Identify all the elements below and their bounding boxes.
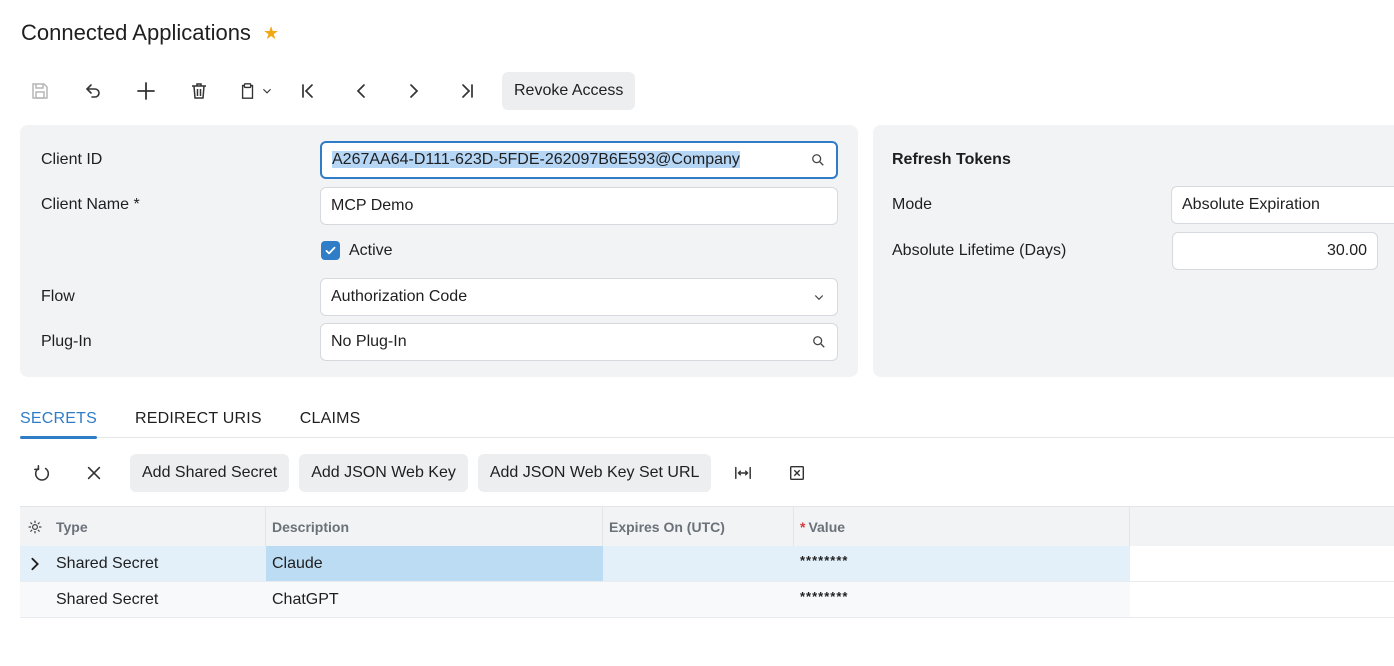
- gear-icon: [28, 520, 42, 533]
- cell-value[interactable]: ********: [794, 582, 1130, 617]
- copy-paste-button[interactable]: [234, 72, 278, 110]
- undo-button[interactable]: [75, 72, 111, 110]
- plugin-value: No Plug-In: [331, 333, 407, 350]
- next-record-button[interactable]: [396, 72, 432, 110]
- column-header-value-label: Value: [808, 518, 846, 535]
- grid-toolbar: Add Shared Secret Add JSON Web Key Add J…: [24, 454, 831, 492]
- refresh-tokens-title: Refresh Tokens: [892, 151, 1011, 168]
- previous-record-button[interactable]: [343, 72, 379, 110]
- chevron-down-icon: [263, 88, 271, 94]
- cell-type[interactable]: Shared Secret: [50, 582, 266, 617]
- clipboard-icon: [241, 83, 254, 99]
- refresh-button[interactable]: [24, 455, 60, 491]
- active-checkbox[interactable]: [321, 241, 340, 260]
- table-row[interactable]: Shared Secret ChatGPT ********: [20, 582, 1394, 618]
- chevron-right-icon: [31, 557, 39, 570]
- chevron-left-icon: [356, 84, 365, 98]
- revoke-access-button[interactable]: Revoke Access: [502, 72, 636, 110]
- active-label: Active: [349, 241, 393, 259]
- column-header-value[interactable]: * Value: [794, 507, 1130, 546]
- last-icon: [462, 84, 473, 98]
- cell-expires[interactable]: [603, 582, 794, 617]
- trash-icon: [192, 83, 206, 99]
- flow-label: Flow: [41, 288, 75, 305]
- client-id-field[interactable]: A267AA64-D111-623D-5FDE-262097B6E593@Com…: [320, 141, 838, 179]
- lifetime-field[interactable]: 30.00: [1172, 232, 1378, 270]
- favorite-star-icon[interactable]: ★: [263, 23, 279, 44]
- flow-select[interactable]: Authorization Code: [320, 278, 838, 316]
- client-name-value: MCP Demo: [331, 197, 414, 214]
- save-icon: [32, 83, 48, 99]
- column-header-description[interactable]: Description: [266, 507, 603, 546]
- cell-description[interactable]: ChatGPT: [266, 582, 603, 617]
- column-header-filler: [1130, 507, 1394, 546]
- client-details-panel: Client ID A267AA64-D111-623D-5FDE-262097…: [20, 125, 858, 377]
- add-json-web-key-button[interactable]: Add JSON Web Key: [299, 454, 468, 492]
- row-expand-button[interactable]: [20, 546, 50, 581]
- mode-label: Mode: [892, 196, 933, 213]
- mode-select[interactable]: Absolute Expiration: [1171, 186, 1394, 224]
- chevron-right-icon: [410, 84, 419, 98]
- table-row[interactable]: Shared Secret Claude ********: [20, 546, 1394, 582]
- delete-row-button[interactable]: [76, 455, 112, 491]
- main-toolbar: Revoke Access: [22, 72, 636, 110]
- cell-filler: [1130, 582, 1394, 617]
- grid-header: Type Description Expires On (UTC) * Value: [20, 506, 1394, 546]
- refresh-icon: [34, 465, 50, 481]
- add-shared-secret-button[interactable]: Add Shared Secret: [130, 454, 290, 492]
- save-button[interactable]: [22, 72, 58, 110]
- plus-icon: [137, 82, 155, 100]
- search-icon[interactable]: [811, 334, 827, 350]
- undo-icon: [85, 84, 100, 98]
- add-json-web-key-set-url-button[interactable]: Add JSON Web Key Set URL: [477, 454, 712, 492]
- excel-icon: [790, 465, 805, 481]
- client-id-value: A267AA64-D111-623D-5FDE-262097B6E593@Com…: [332, 151, 740, 168]
- page-title: Connected Applications: [21, 20, 251, 45]
- search-icon[interactable]: [810, 152, 826, 168]
- cell-description[interactable]: Claude: [266, 546, 603, 581]
- refresh-tokens-panel: Refresh Tokens Mode Absolute Expiration …: [873, 125, 1394, 377]
- cell-filler: [1130, 546, 1394, 581]
- column-header-type[interactable]: Type: [50, 507, 266, 546]
- cell-type[interactable]: Shared Secret: [50, 546, 266, 581]
- lifetime-label: Absolute Lifetime (Days): [892, 242, 1067, 259]
- close-icon: [87, 466, 101, 480]
- column-header-expires[interactable]: Expires On (UTC): [603, 507, 794, 546]
- row-selector[interactable]: [20, 582, 50, 617]
- last-record-button[interactable]: [449, 72, 485, 110]
- fit-width-icon: [735, 466, 752, 480]
- lifetime-value: 30.00: [1326, 242, 1367, 259]
- page-header: Connected Applications ★: [21, 20, 279, 46]
- client-name-label: Client Name *: [41, 196, 140, 213]
- checkmark-icon: [325, 246, 336, 255]
- tab-claims[interactable]: CLAIMS: [300, 400, 361, 438]
- page: Connected Applications ★ Revoke Access C…: [0, 0, 1394, 666]
- column-settings-button[interactable]: [20, 507, 50, 546]
- export-excel-button[interactable]: [779, 455, 815, 491]
- add-button[interactable]: [128, 72, 164, 110]
- plugin-label: Plug-In: [41, 333, 92, 350]
- tab-secrets[interactable]: SECRETS: [20, 400, 97, 439]
- active-checkbox-row[interactable]: Active: [321, 241, 393, 260]
- client-name-field[interactable]: MCP Demo: [320, 187, 838, 225]
- first-icon: [302, 84, 313, 98]
- mode-value: Absolute Expiration: [1182, 196, 1320, 213]
- secrets-grid: Type Description Expires On (UTC) * Value…: [20, 506, 1394, 618]
- tab-redirect-uris[interactable]: REDIRECT URIS: [135, 400, 262, 438]
- first-record-button[interactable]: [290, 72, 326, 110]
- flow-value: Authorization Code: [331, 288, 468, 305]
- fit-columns-button[interactable]: [725, 455, 761, 491]
- cell-value[interactable]: ********: [794, 546, 1130, 581]
- chevron-down-icon: [811, 289, 827, 305]
- cell-expires[interactable]: [603, 546, 794, 581]
- client-id-label: Client ID: [41, 151, 103, 168]
- delete-button[interactable]: [181, 72, 217, 110]
- required-marker: *: [800, 518, 806, 535]
- detail-tabs: SECRETS REDIRECT URIS CLAIMS: [20, 400, 1394, 439]
- plugin-field[interactable]: No Plug-In: [320, 323, 838, 361]
